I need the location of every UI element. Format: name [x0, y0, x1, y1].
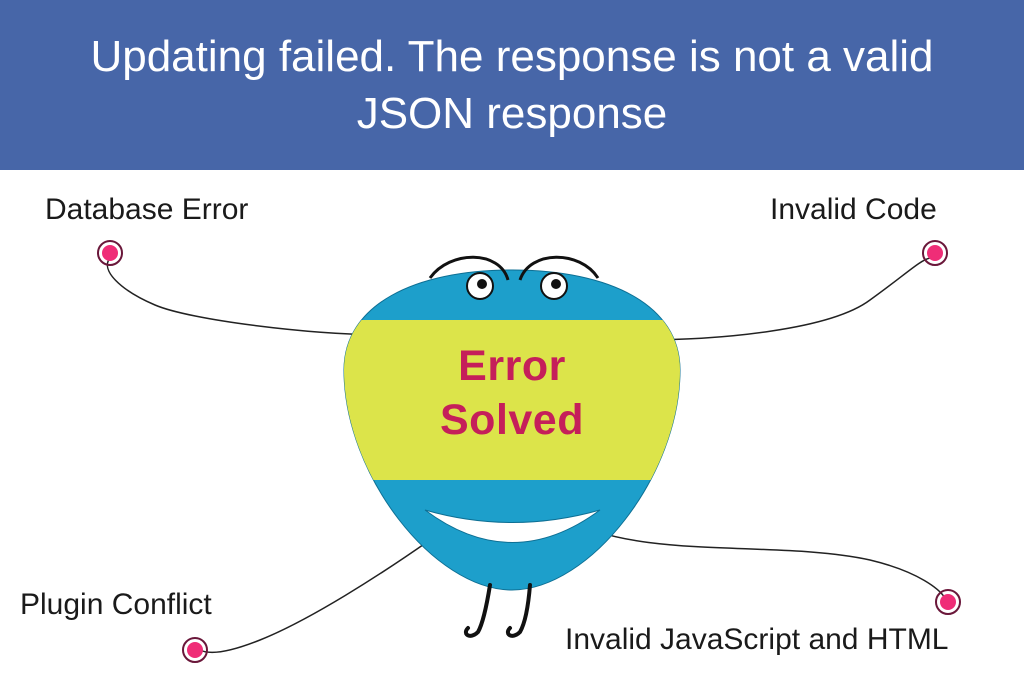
arm-bottom-right [570, 520, 945, 598]
label-database-error: Database Error [45, 193, 248, 227]
arm-top-right [640, 258, 930, 340]
dot-bottom-right [936, 590, 960, 614]
dot-bottom-left [183, 638, 207, 662]
belly-line2: Solved [440, 396, 584, 444]
arm-bottom-left [200, 540, 430, 652]
mascot-leg-right [508, 585, 530, 636]
dot-top-right [923, 241, 947, 265]
dot-top-left [98, 241, 122, 265]
label-invalid-js-html: Invalid JavaScript and HTML [565, 623, 949, 657]
mascot-leg-left [466, 585, 490, 636]
label-invalid-code: Invalid Code [770, 193, 937, 227]
label-plugin-conflict: Plugin Conflict [20, 588, 212, 622]
mascot-belly-text: Error Solved [412, 340, 612, 448]
belly-line1: Error [458, 342, 566, 390]
diagram-root: Updating failed. The response is not a v… [0, 0, 1024, 683]
arm-top-left [107, 258, 390, 335]
